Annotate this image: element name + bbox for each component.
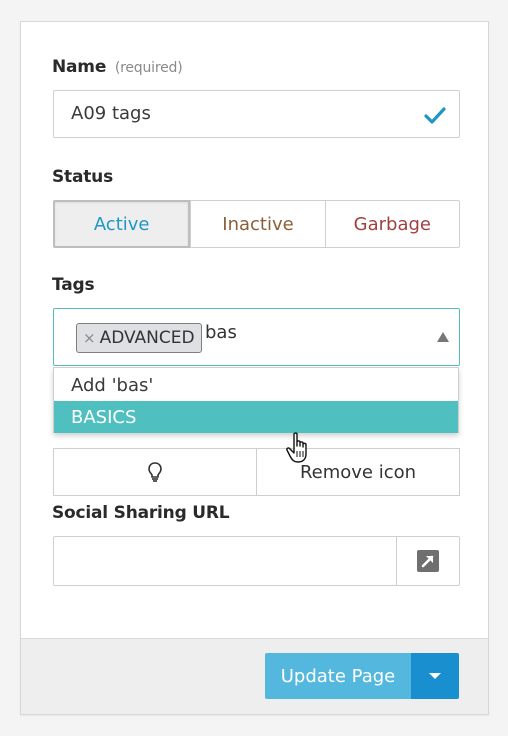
lightbulb-icon <box>148 462 162 482</box>
name-label-text: Name <box>52 57 107 77</box>
update-options-button[interactable] <box>411 653 459 699</box>
panel-footer: Update Page <box>21 638 488 714</box>
social-url-label: Social Sharing URL <box>52 503 230 523</box>
tag-remove-icon[interactable]: × <box>83 329 96 347</box>
external-link-icon <box>417 550 439 572</box>
name-label: Name (required) <box>52 57 183 77</box>
caret-up-icon[interactable] <box>437 332 449 342</box>
required-hint: (required) <box>114 60 183 76</box>
open-url-button[interactable] <box>397 536 460 586</box>
status-garbage-button[interactable]: Garbage <box>324 200 460 248</box>
status-toggle-group: Active Inactive Garbage <box>53 200 460 248</box>
tags-label: Tags <box>52 275 95 295</box>
name-value: A09 tags <box>71 103 151 124</box>
status-label: Status <box>52 167 113 187</box>
chevron-down-icon <box>429 673 441 679</box>
tags-query-text: bas <box>205 322 237 343</box>
tag-chip: × ADVANCED <box>76 323 202 353</box>
hand-pointer-icon <box>286 432 307 463</box>
check-icon <box>424 107 446 124</box>
dropdown-item-basics[interactable]: BASICS <box>54 401 458 433</box>
status-active-button[interactable]: Active <box>53 200 191 248</box>
icon-button-row: Remove icon <box>53 448 460 496</box>
name-input[interactable]: A09 tags <box>53 90 460 138</box>
tag-chip-label: ADVANCED <box>99 328 195 348</box>
dropdown-item-add[interactable]: Add 'bas' <box>54 369 458 401</box>
page-settings-panel: Name (required) A09 tags Status Active I… <box>20 21 489 715</box>
status-inactive-button[interactable]: Inactive <box>190 200 325 248</box>
choose-icon-button[interactable] <box>53 448 257 496</box>
tags-dropdown: Add 'bas' BASICS <box>53 367 459 433</box>
social-url-group <box>53 536 460 586</box>
social-url-field[interactable] <box>53 536 397 586</box>
update-page-button[interactable]: Update Page <box>265 653 411 699</box>
tags-input[interactable]: × ADVANCED bas <box>53 308 460 366</box>
